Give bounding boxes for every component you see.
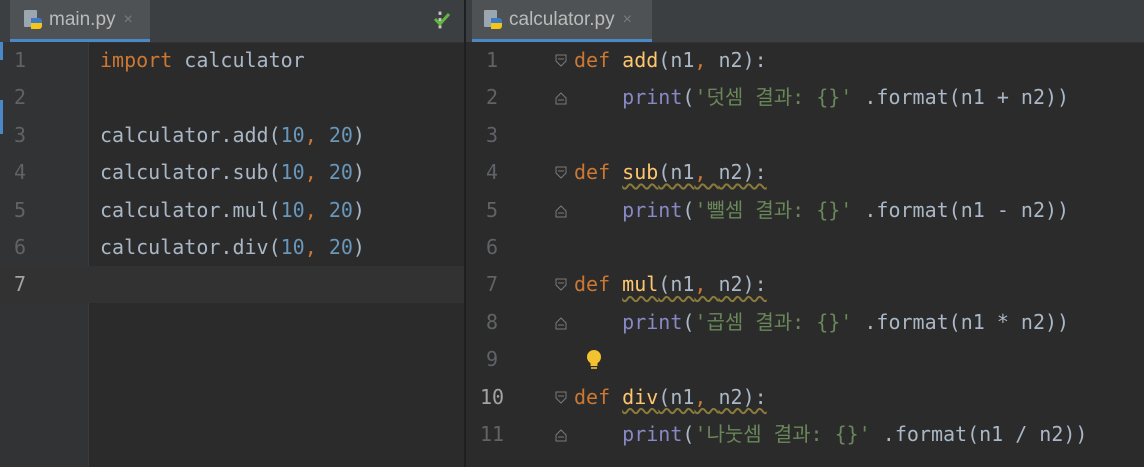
line-number: 9 (485, 347, 499, 372)
close-tab-button[interactable]: × (623, 11, 632, 29)
code-text: print('뺄셈 결과: {}' .format(n1 - n2)) (622, 197, 1070, 222)
code-line[interactable]: 8 print('곱셈 결과: {}' .format(n1 * n2)) (466, 304, 1144, 341)
line-number: 1 (13, 48, 27, 72)
close-tab-button[interactable]: × (124, 11, 133, 29)
line-number: 5 (485, 197, 499, 222)
right-editor-pane[interactable]: calculator.py × 1 def add(n1, n2): 2 print… (466, 0, 1144, 467)
code-text: def sub(n1, n2): (574, 160, 767, 185)
line-number: 4 (13, 160, 27, 185)
fold-open-icon[interactable] (554, 54, 568, 68)
tab-label: calculator.py (509, 8, 615, 30)
code-text: print('덧셈 결과: {}' .format(n1 + n2)) (622, 85, 1070, 110)
right-tab-bar: calculator.py × (466, 0, 1144, 43)
code-line[interactable]: 6 (466, 229, 1144, 266)
fold-close-icon[interactable] (554, 204, 568, 218)
left-editor-pane[interactable]: main.py × ⋮ 1 import calculator 2 3 calculat… (0, 0, 464, 467)
code-text: print('곱셈 결과: {}' .format(n1 * n2)) (622, 309, 1070, 334)
code-text: print('나눗셈 결과: {}' .format(n1 / n2)) (622, 422, 1088, 446)
code-text: def div(n1, n2): (574, 384, 767, 409)
code-text: calculator.mul(10, 20) (100, 197, 365, 222)
code-text: def mul(n1, n2): (574, 272, 767, 297)
fold-open-icon[interactable] (554, 278, 568, 292)
check-icon[interactable] (432, 9, 452, 33)
line-number: 7 (485, 272, 499, 297)
line-number: 1 (485, 48, 499, 72)
code-line[interactable]: 5 print('뺄셈 결과: {}' .format(n1 - n2)) (466, 192, 1144, 229)
code-text: def add(n1, n2): (574, 48, 767, 72)
fold-open-icon[interactable] (554, 166, 568, 180)
line-number: 2 (485, 85, 499, 110)
code-line[interactable]: 7 def mul(n1, n2): (466, 266, 1144, 303)
code-line[interactable]: 2 (0, 79, 464, 116)
code-text: calculator.add(10, 20) (100, 122, 365, 147)
code-text: calculator.div(10, 20) (100, 235, 365, 259)
code-line[interactable]: 3 (466, 117, 1144, 154)
code-line[interactable]: 6 calculator.div(10, 20) (0, 229, 464, 266)
line-number: 4 (485, 160, 499, 185)
python-file-icon (482, 9, 504, 31)
line-number: 8 (485, 309, 499, 334)
line-number: 2 (13, 85, 27, 110)
fold-close-icon[interactable] (554, 91, 568, 105)
fold-close-icon[interactable] (554, 316, 568, 330)
fold-close-icon[interactable] (554, 428, 568, 442)
code-text: import calculator (100, 48, 305, 72)
line-number: 11 (479, 422, 505, 446)
python-file-icon (22, 9, 44, 31)
code-line[interactable]: 10 def div(n1, n2): (466, 379, 1144, 416)
code-line[interactable]: 5 calculator.mul(10, 20) (0, 192, 464, 229)
line-number: 6 (485, 235, 499, 259)
code-line[interactable]: 1 def add(n1, n2): (466, 42, 1144, 79)
line-number: 7 (13, 272, 27, 297)
tab-label: main.py (49, 8, 116, 30)
line-number: 3 (485, 122, 499, 147)
code-line[interactable]: 4 calculator.sub(10, 20) (0, 154, 464, 191)
line-number: 10 (479, 384, 505, 409)
left-tab-bar: main.py × ⋮ (0, 0, 464, 43)
code-line[interactable]: 9 (466, 341, 1144, 378)
code-line[interactable]: 3 calculator.add(10, 20) (0, 117, 464, 154)
code-line[interactable]: 11 print('나눗셈 결과: {}' .format(n1 / n2)) (466, 416, 1144, 453)
tab-calculator-py[interactable]: calculator.py × (472, 0, 652, 42)
line-number: 6 (13, 235, 27, 259)
code-text: calculator.sub(10, 20) (100, 160, 365, 185)
code-line[interactable]: 4 def sub(n1, n2): (466, 154, 1144, 191)
fold-open-icon[interactable] (554, 391, 568, 405)
line-number: 3 (13, 122, 27, 147)
code-line[interactable]: 7 (0, 266, 464, 304)
tab-main-py[interactable]: main.py × (10, 0, 150, 42)
line-number: 5 (13, 197, 27, 222)
code-line[interactable]: 2 print('덧셈 결과: {}' .format(n1 + n2)) (466, 79, 1144, 116)
code-line[interactable]: 1 import calculator (0, 42, 464, 79)
